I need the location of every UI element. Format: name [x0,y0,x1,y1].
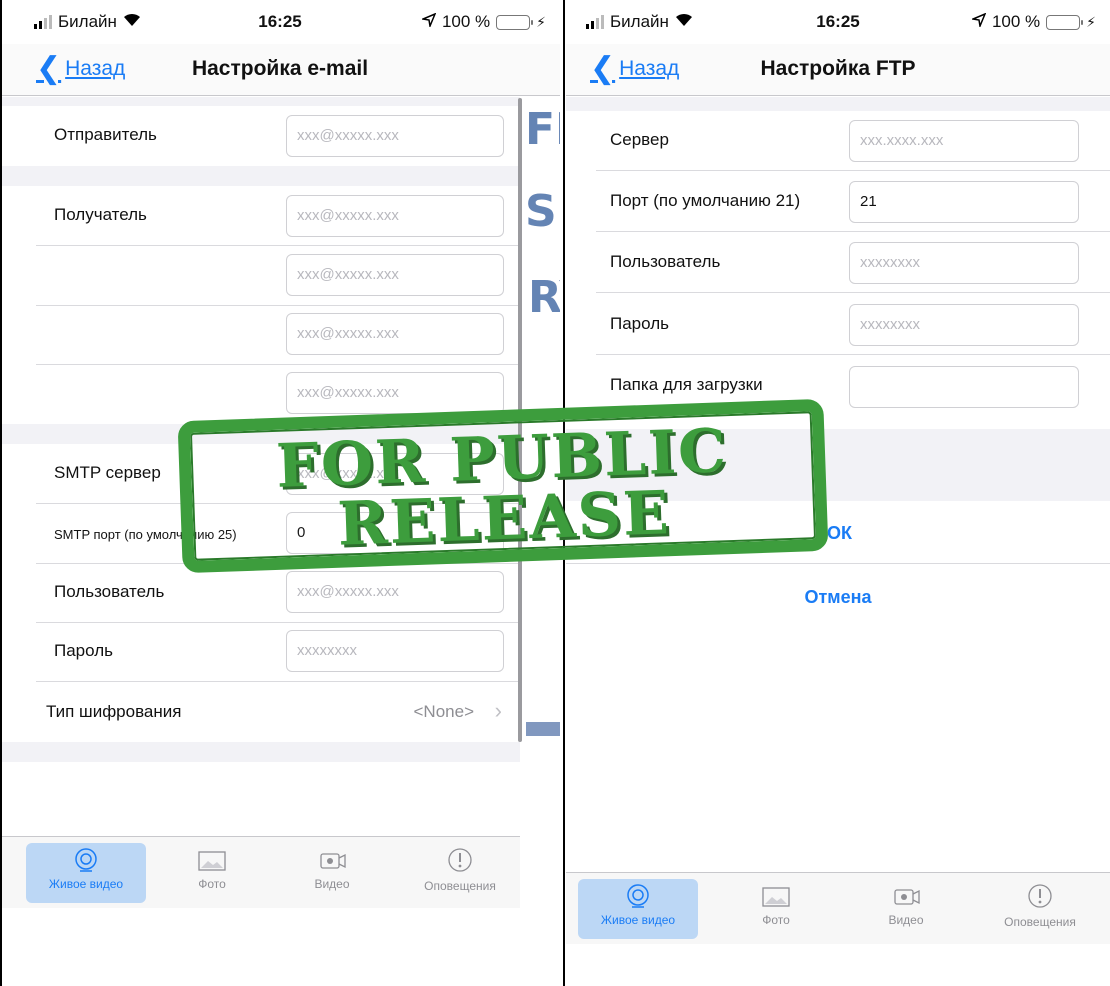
encryption-row[interactable]: Тип шифрования <None> › [0,682,520,742]
video-camera-icon [894,889,920,905]
location-icon [970,12,987,32]
alert-icon [448,848,472,872]
recipient-label: Получатель [54,205,147,224]
public-release-stamp: FOR PUBLIC RELEASE [177,398,829,574]
video-camera-icon [320,853,346,869]
smtp-user-row: Пользователь xxx@xxxxx.xxx [36,563,520,623]
photo-icon [762,887,790,907]
navigation-bar: ❮ Назад Настройка FTP [566,44,1110,96]
tab-bar: Живое видео Фото Видео Оповещения [0,836,520,908]
tab-video[interactable]: Видео [846,879,966,939]
ftp-password-label: Пароль [610,314,669,333]
battery-icon [496,14,534,30]
smtp-user-input[interactable]: xxx@xxxxx.xxx [286,571,504,613]
battery-percent: 100 % [441,12,491,31]
tab-label: Живое видео [600,913,676,927]
tab-photo[interactable]: Фото [152,843,272,903]
cancel-button[interactable]: Отмена [566,566,1110,628]
encryption-label: Тип шифрования [46,702,182,721]
live-video-icon [627,884,649,908]
watermark-fragment: FI [525,104,560,155]
recipient-input-4[interactable]: xxx@xxxxx.xxx [286,372,504,414]
ftp-form-group: Сервер xxx.xxxx.xxx Порт (по умолчанию 2… [566,111,1110,429]
ftp-user-row: Пользователь xxxxxxxx [596,233,1110,293]
watermark-fragment: RY [528,272,560,323]
smtp-server-label: SMTP сервер [54,463,161,482]
watermark-bar [526,722,560,736]
status-bar: Билайн 16:25 100 % ⚡ [566,0,1110,44]
page-title: Настройка FTP [760,57,916,80]
ftp-port-row: Порт (по умолчанию 21) 21 [596,172,1110,232]
ftp-password-input[interactable]: xxxxxxxx [849,304,1079,346]
tab-live-video[interactable]: Живое видео [578,879,698,939]
recipient-input-1[interactable]: xxx@xxxxx.xxx [286,195,504,237]
navigation-bar: ❮ Назад Настройка e-mail [0,44,560,96]
location-icon [420,12,437,32]
ftp-server-label: Сервер [610,130,669,149]
tab-bar: Живое видео Фото Видео Оповещения [566,872,1110,944]
photo-icon [198,851,226,871]
tab-label: Фото [198,877,226,891]
ftp-folder-label: Папка для загрузки [610,375,763,394]
ftp-port-label: Порт (по умолчанию 21) [610,191,801,210]
tab-label: Живое видео [48,877,124,891]
chevron-right-icon: › [494,698,502,723]
battery-icon [1046,14,1084,30]
tab-label: Видео [888,913,924,927]
battery-percent: 100 % [991,12,1041,31]
live-video-icon [75,848,97,872]
status-bar: Билайн 16:25 100 % ⚡ [0,0,560,44]
recipient-row: Получатель xxx@xxxxx.xxx [36,186,520,246]
recipient-input-3[interactable]: xxx@xxxxx.xxx [286,313,504,355]
recipient-group: Получатель xxx@xxxxx.xxx xxx@xxxxx.xxx x… [0,186,520,424]
watermark-fragment: SE [525,186,560,237]
ftp-folder-input[interactable] [849,366,1079,408]
alert-icon [1028,884,1052,908]
charging-icon: ⚡ [1086,13,1096,30]
recipient-row: xxx@xxxxx.xxx [36,246,520,306]
recipient-input-2[interactable]: xxx@xxxxx.xxx [286,254,504,296]
ftp-user-input[interactable]: xxxxxxxx [849,242,1079,284]
ftp-server-row: Сервер xxx.xxxx.xxx [596,111,1110,171]
tab-label: Оповещения [1004,915,1076,929]
ftp-password-row: Пароль xxxxxxxx [596,295,1110,355]
tab-photo[interactable]: Фото [716,879,836,939]
sender-group: Отправитель xxx@xxxxx.xxx [0,106,520,166]
page-title: Настройка e-mail [191,57,369,80]
smtp-password-label: Пароль [54,641,113,660]
encryption-value: <None> [413,702,475,721]
smtp-password-row: Пароль xxxxxxxx [36,622,520,682]
sender-label: Отправитель [54,125,157,144]
tab-label: Фото [762,913,790,927]
tab-video[interactable]: Видео [272,843,392,903]
smtp-password-input[interactable]: xxxxxxxx [286,630,504,672]
ftp-port-input[interactable]: 21 [849,181,1079,223]
sender-input[interactable]: xxx@xxxxx.xxx [286,115,504,157]
ftp-server-input[interactable]: xxx.xxxx.xxx [849,120,1079,162]
tab-live-video[interactable]: Живое видео [26,843,146,903]
ftp-user-label: Пользователь [610,252,721,271]
smtp-user-label: Пользователь [54,582,165,601]
sender-row: Отправитель xxx@xxxxx.xxx [36,106,520,166]
tab-label: Оповещения [424,879,496,893]
charging-icon: ⚡ [536,13,546,30]
recipient-row: xxx@xxxxx.xxx [36,305,520,365]
tab-label: Видео [314,877,350,891]
tab-alerts[interactable]: Оповещения [400,843,520,903]
tab-alerts[interactable]: Оповещения [980,879,1100,939]
